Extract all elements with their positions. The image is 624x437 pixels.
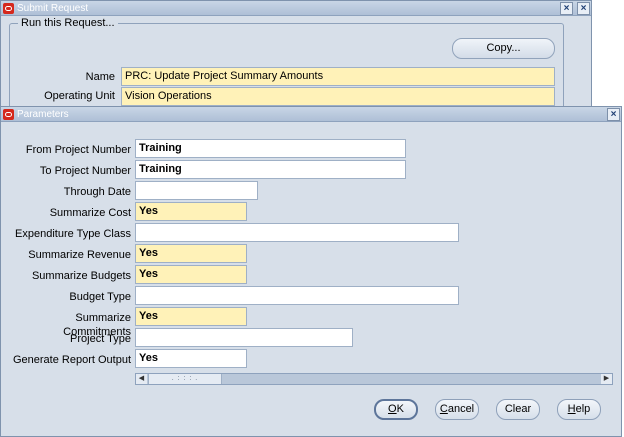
- summarize-commitments-field[interactable]: Yes: [135, 307, 247, 326]
- summarize-revenue-field[interactable]: Yes: [135, 244, 247, 263]
- operating-unit-label: Operating Unit: [44, 90, 115, 102]
- name-label: Name: [85, 71, 115, 83]
- budget-type-field[interactable]: [135, 286, 459, 305]
- summarize-cost-label: Summarize Cost: [49, 207, 131, 219]
- oracle-logo-icon: [3, 3, 14, 14]
- to-project-number-field[interactable]: Training: [135, 160, 406, 179]
- project-type-field[interactable]: [135, 328, 353, 347]
- oracle-logo-icon: [3, 109, 14, 120]
- cancel-button[interactable]: Cancel: [435, 399, 479, 420]
- expenditure-type-class-label: Expenditure Type Class: [15, 228, 131, 240]
- ok-label: K: [396, 403, 404, 415]
- budget-type-label: Budget Type: [69, 291, 131, 303]
- ok-button[interactable]: OK: [374, 399, 418, 420]
- ok-mnemonic: O: [388, 403, 397, 415]
- help-button[interactable]: Help: [557, 399, 601, 420]
- cancel-label: ancel: [447, 403, 475, 415]
- group-title: Run this Request...: [18, 17, 118, 29]
- to-project-number-label: To Project Number: [39, 165, 131, 177]
- parameters-window: Parameters × From Project Number Trainin…: [0, 106, 622, 437]
- from-project-number-field[interactable]: Training: [135, 139, 406, 158]
- name-field[interactable]: PRC: Update Project Summary Amounts: [121, 67, 555, 86]
- operating-unit-field[interactable]: Vision Operations: [121, 87, 555, 106]
- horizontal-scrollbar[interactable]: ◀ . : : : . ▶: [135, 373, 613, 385]
- window-title: Submit Request: [17, 3, 89, 14]
- generate-report-output-label: Generate Report Output: [12, 354, 131, 366]
- summarize-revenue-label: Summarize Revenue: [28, 249, 131, 261]
- cancel-mnemonic: C: [439, 403, 448, 415]
- help-label: elp: [575, 403, 591, 415]
- expenditure-type-class-field[interactable]: [135, 223, 459, 242]
- project-type-label: Project Type: [70, 333, 131, 345]
- submit-request-window: Submit Request × × Run this Request... C…: [0, 0, 592, 113]
- help-mnemonic: H: [567, 403, 576, 415]
- copy-button[interactable]: Copy...: [452, 38, 555, 59]
- through-date-label: Through Date: [63, 186, 131, 198]
- submit-request-titlebar[interactable]: Submit Request × ×: [1, 1, 591, 16]
- from-project-number-label: From Project Number: [25, 144, 131, 156]
- scroll-right-icon[interactable]: ▶: [601, 374, 612, 384]
- scroll-left-icon[interactable]: ◀: [136, 374, 147, 384]
- scroll-thumb[interactable]: . : : : .: [148, 374, 222, 384]
- summarize-budgets-label: Summarize Budgets: [31, 270, 131, 282]
- close-icon[interactable]: ×: [577, 2, 590, 15]
- generate-report-output-field[interactable]: Yes: [135, 349, 247, 368]
- through-date-field[interactable]: [135, 181, 258, 200]
- summarize-cost-field[interactable]: Yes: [135, 202, 247, 221]
- close-icon[interactable]: ×: [560, 2, 573, 15]
- summarize-budgets-field[interactable]: Yes: [135, 265, 247, 284]
- clear-button[interactable]: Clear: [496, 399, 540, 420]
- close-icon[interactable]: ×: [607, 108, 620, 121]
- window-title: Parameters: [17, 109, 69, 120]
- parameters-titlebar[interactable]: Parameters ×: [1, 107, 621, 122]
